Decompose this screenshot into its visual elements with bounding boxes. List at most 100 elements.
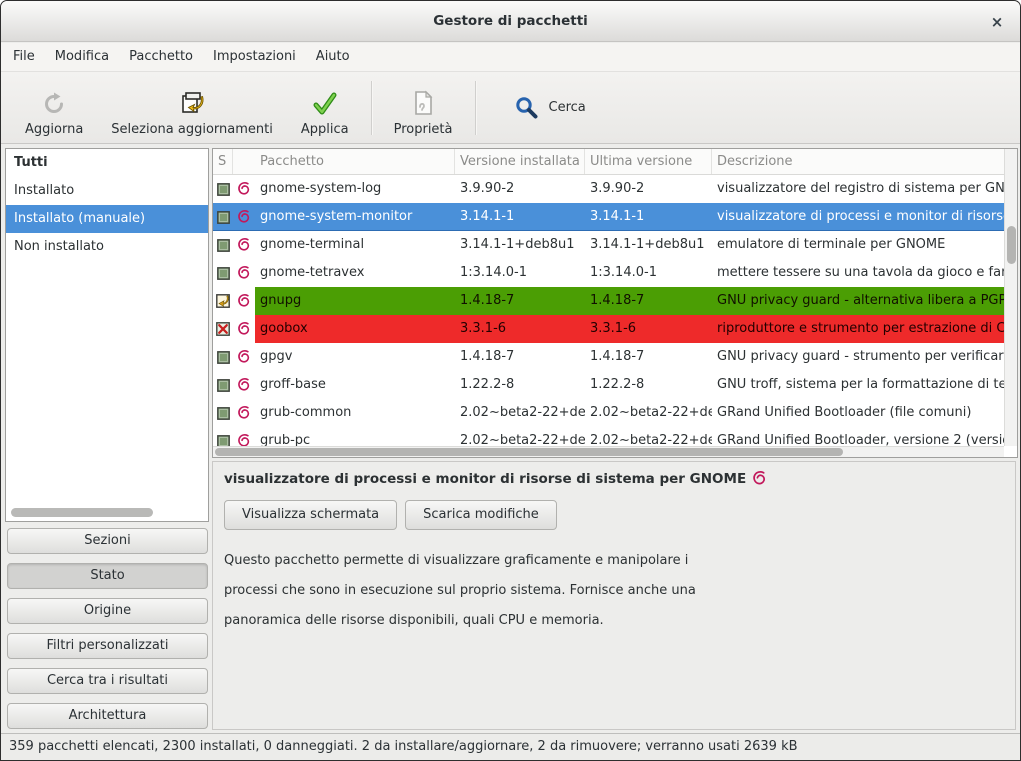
- apply-button[interactable]: Applica: [287, 77, 363, 139]
- details-description: Questo pacchetto permette di visualizzar…: [224, 546, 1015, 636]
- filter-item-installato[interactable]: Installato: [6, 177, 208, 205]
- origin-cell: [233, 427, 255, 446]
- filter-horizontal-scrollbar[interactable]: [11, 508, 203, 517]
- package-description: GNU troff, sistema per la formattazione …: [712, 371, 1004, 399]
- title-bar[interactable]: Gestore di pacchetti ×: [1, 1, 1020, 42]
- refresh-button[interactable]: Aggiorna: [11, 77, 97, 139]
- status-cell: [213, 287, 233, 315]
- table-row[interactable]: groff-base 1.22.2-8 1.22.2-8 GNU troff, …: [213, 371, 1004, 399]
- table-row[interactable]: grub-common 2.02~beta2-22+de 2.02~beta2-…: [213, 399, 1004, 427]
- status-cell: [213, 231, 233, 259]
- filter-item-installato-manuale[interactable]: Installato (manuale): [6, 205, 208, 233]
- installed-version: 2.02~beta2-22+de: [455, 399, 585, 427]
- status-cell: [213, 343, 233, 371]
- package-name: goobox: [255, 315, 455, 343]
- table-row[interactable]: gnome-system-log 3.9.90-2 3.9.90-2 visua…: [213, 175, 1004, 203]
- latest-version: 2.02~beta2-22+de: [585, 399, 712, 427]
- package-rows: gnome-system-log 3.9.90-2 3.9.90-2 visua…: [213, 175, 1004, 446]
- debian-swirl-icon: [752, 470, 767, 487]
- status-button[interactable]: Stato: [7, 563, 208, 589]
- filter-item-tutti[interactable]: Tutti: [6, 149, 208, 177]
- package-description: visualizzatore del registro di sistema p…: [712, 175, 1004, 203]
- debian-swirl-icon: [237, 321, 251, 337]
- debian-swirl-icon: [237, 433, 251, 446]
- installed-version: 3.14.1-1: [455, 203, 585, 231]
- menu-file[interactable]: File: [3, 43, 45, 71]
- table-header: S Pacchetto Versione installata Ultima v…: [213, 149, 1017, 175]
- properties-button[interactable]: Proprietà: [380, 77, 467, 139]
- table-row[interactable]: grub-pc 2.02~beta2-22+de 2.02~beta2-22+d…: [213, 427, 1004, 446]
- column-header-latest-version[interactable]: Ultima versione: [585, 149, 712, 174]
- installed-status-icon: [217, 183, 230, 196]
- latest-version: 3.14.1-1: [585, 203, 712, 231]
- debian-swirl-icon: [237, 237, 251, 253]
- installed-status-icon: [217, 435, 230, 447]
- search-button[interactable]: Cerca: [498, 77, 602, 139]
- screenshot-button[interactable]: Visualizza schermata: [224, 500, 397, 530]
- table-horizontal-scrollbar[interactable]: [213, 446, 1004, 457]
- package-description: mettere tessere su una tavola da gioco e…: [712, 259, 1004, 287]
- origin-cell: [233, 343, 255, 371]
- debian-swirl-icon: [237, 209, 251, 225]
- mark-upgrades-button[interactable]: Seleziona aggiornamenti: [97, 77, 287, 139]
- installed-status-icon: [217, 379, 230, 392]
- installed-version: 3.14.1-1+deb8u1: [455, 231, 585, 259]
- custom-filters-button[interactable]: Filtri personalizzati: [7, 633, 208, 659]
- filter-list: Tutti Installato Installato (manuale) No…: [5, 148, 209, 522]
- close-button[interactable]: ×: [986, 11, 1008, 33]
- package-description: emulatore di terminale per GNOME: [712, 231, 1004, 259]
- package-name: gnome-system-log: [255, 175, 455, 203]
- search-results-button[interactable]: Cerca tra i risultati: [7, 668, 208, 694]
- status-cell: [213, 371, 233, 399]
- status-text: 359 pacchetti elencati, 2300 installati,…: [9, 739, 798, 754]
- table-vertical-scrollbar[interactable]: [1004, 149, 1017, 446]
- column-header-status[interactable]: S: [213, 149, 233, 174]
- origin-button[interactable]: Origine: [7, 598, 208, 624]
- upgrade-status-icon: [216, 294, 230, 308]
- debian-swirl-icon: [237, 405, 251, 421]
- menu-pacchetto[interactable]: Pacchetto: [119, 43, 203, 71]
- installed-version: 1.22.2-8: [455, 371, 585, 399]
- origin-cell: [233, 315, 255, 343]
- sections-button[interactable]: Sezioni: [7, 528, 208, 554]
- table-row[interactable]: gnome-system-monitor 3.14.1-1 3.14.1-1 v…: [213, 203, 1004, 231]
- latest-version: 1.4.18-7: [585, 287, 712, 315]
- table-row[interactable]: gnupg 1.4.18-7 1.4.18-7 GNU privacy guar…: [213, 287, 1004, 315]
- properties-icon: [411, 89, 435, 117]
- table-row[interactable]: gnome-terminal 3.14.1-1+deb8u1 3.14.1-1+…: [213, 231, 1004, 259]
- table-row[interactable]: gpgv 1.4.18-7 1.4.18-7 GNU privacy guard…: [213, 343, 1004, 371]
- latest-version: 1.22.2-8: [585, 371, 712, 399]
- status-cell: [213, 399, 233, 427]
- search-icon: [514, 95, 540, 121]
- window-title: Gestore di pacchetti: [433, 13, 588, 29]
- column-header-installed-version[interactable]: Versione installata: [455, 149, 585, 174]
- installed-version: 1.4.18-7: [455, 343, 585, 371]
- package-description: visualizzatore di processi e monitor di …: [712, 203, 1004, 231]
- column-header-package[interactable]: Pacchetto: [255, 149, 455, 174]
- column-header-description[interactable]: Descrizione: [712, 149, 1017, 174]
- latest-version: 1.4.18-7: [585, 343, 712, 371]
- package-name: grub-pc: [255, 427, 455, 446]
- package-name: grub-common: [255, 399, 455, 427]
- mark-upgrades-icon: [179, 89, 206, 117]
- menu-aiuto[interactable]: Aiuto: [306, 43, 360, 71]
- architecture-button[interactable]: Architettura: [7, 703, 208, 729]
- origin-cell: [233, 259, 255, 287]
- installed-version: 2.02~beta2-22+de: [455, 427, 585, 446]
- status-cell: [213, 203, 233, 231]
- refresh-label: Aggiorna: [25, 122, 83, 137]
- latest-version: 3.14.1-1+deb8u1: [585, 231, 712, 259]
- debian-swirl-icon: [237, 293, 251, 309]
- installed-version: 3.9.90-2: [455, 175, 585, 203]
- table-row[interactable]: goobox 3.3.1-6 3.3.1-6 riproduttore e st…: [213, 315, 1004, 343]
- installed-version: 3.3.1-6: [455, 315, 585, 343]
- package-name: gnome-system-monitor: [255, 203, 455, 231]
- menu-modifica[interactable]: Modifica: [45, 43, 119, 71]
- installed-version: 1:3.14.0-1: [455, 259, 585, 287]
- table-row[interactable]: gnome-tetravex 1:3.14.0-1 1:3.14.0-1 met…: [213, 259, 1004, 287]
- filter-item-non-installato[interactable]: Non installato: [6, 233, 208, 261]
- changelog-button[interactable]: Scarica modifiche: [405, 500, 557, 530]
- column-header-origin[interactable]: [233, 149, 255, 174]
- status-cell: [213, 175, 233, 203]
- menu-impostazioni[interactable]: Impostazioni: [203, 43, 306, 71]
